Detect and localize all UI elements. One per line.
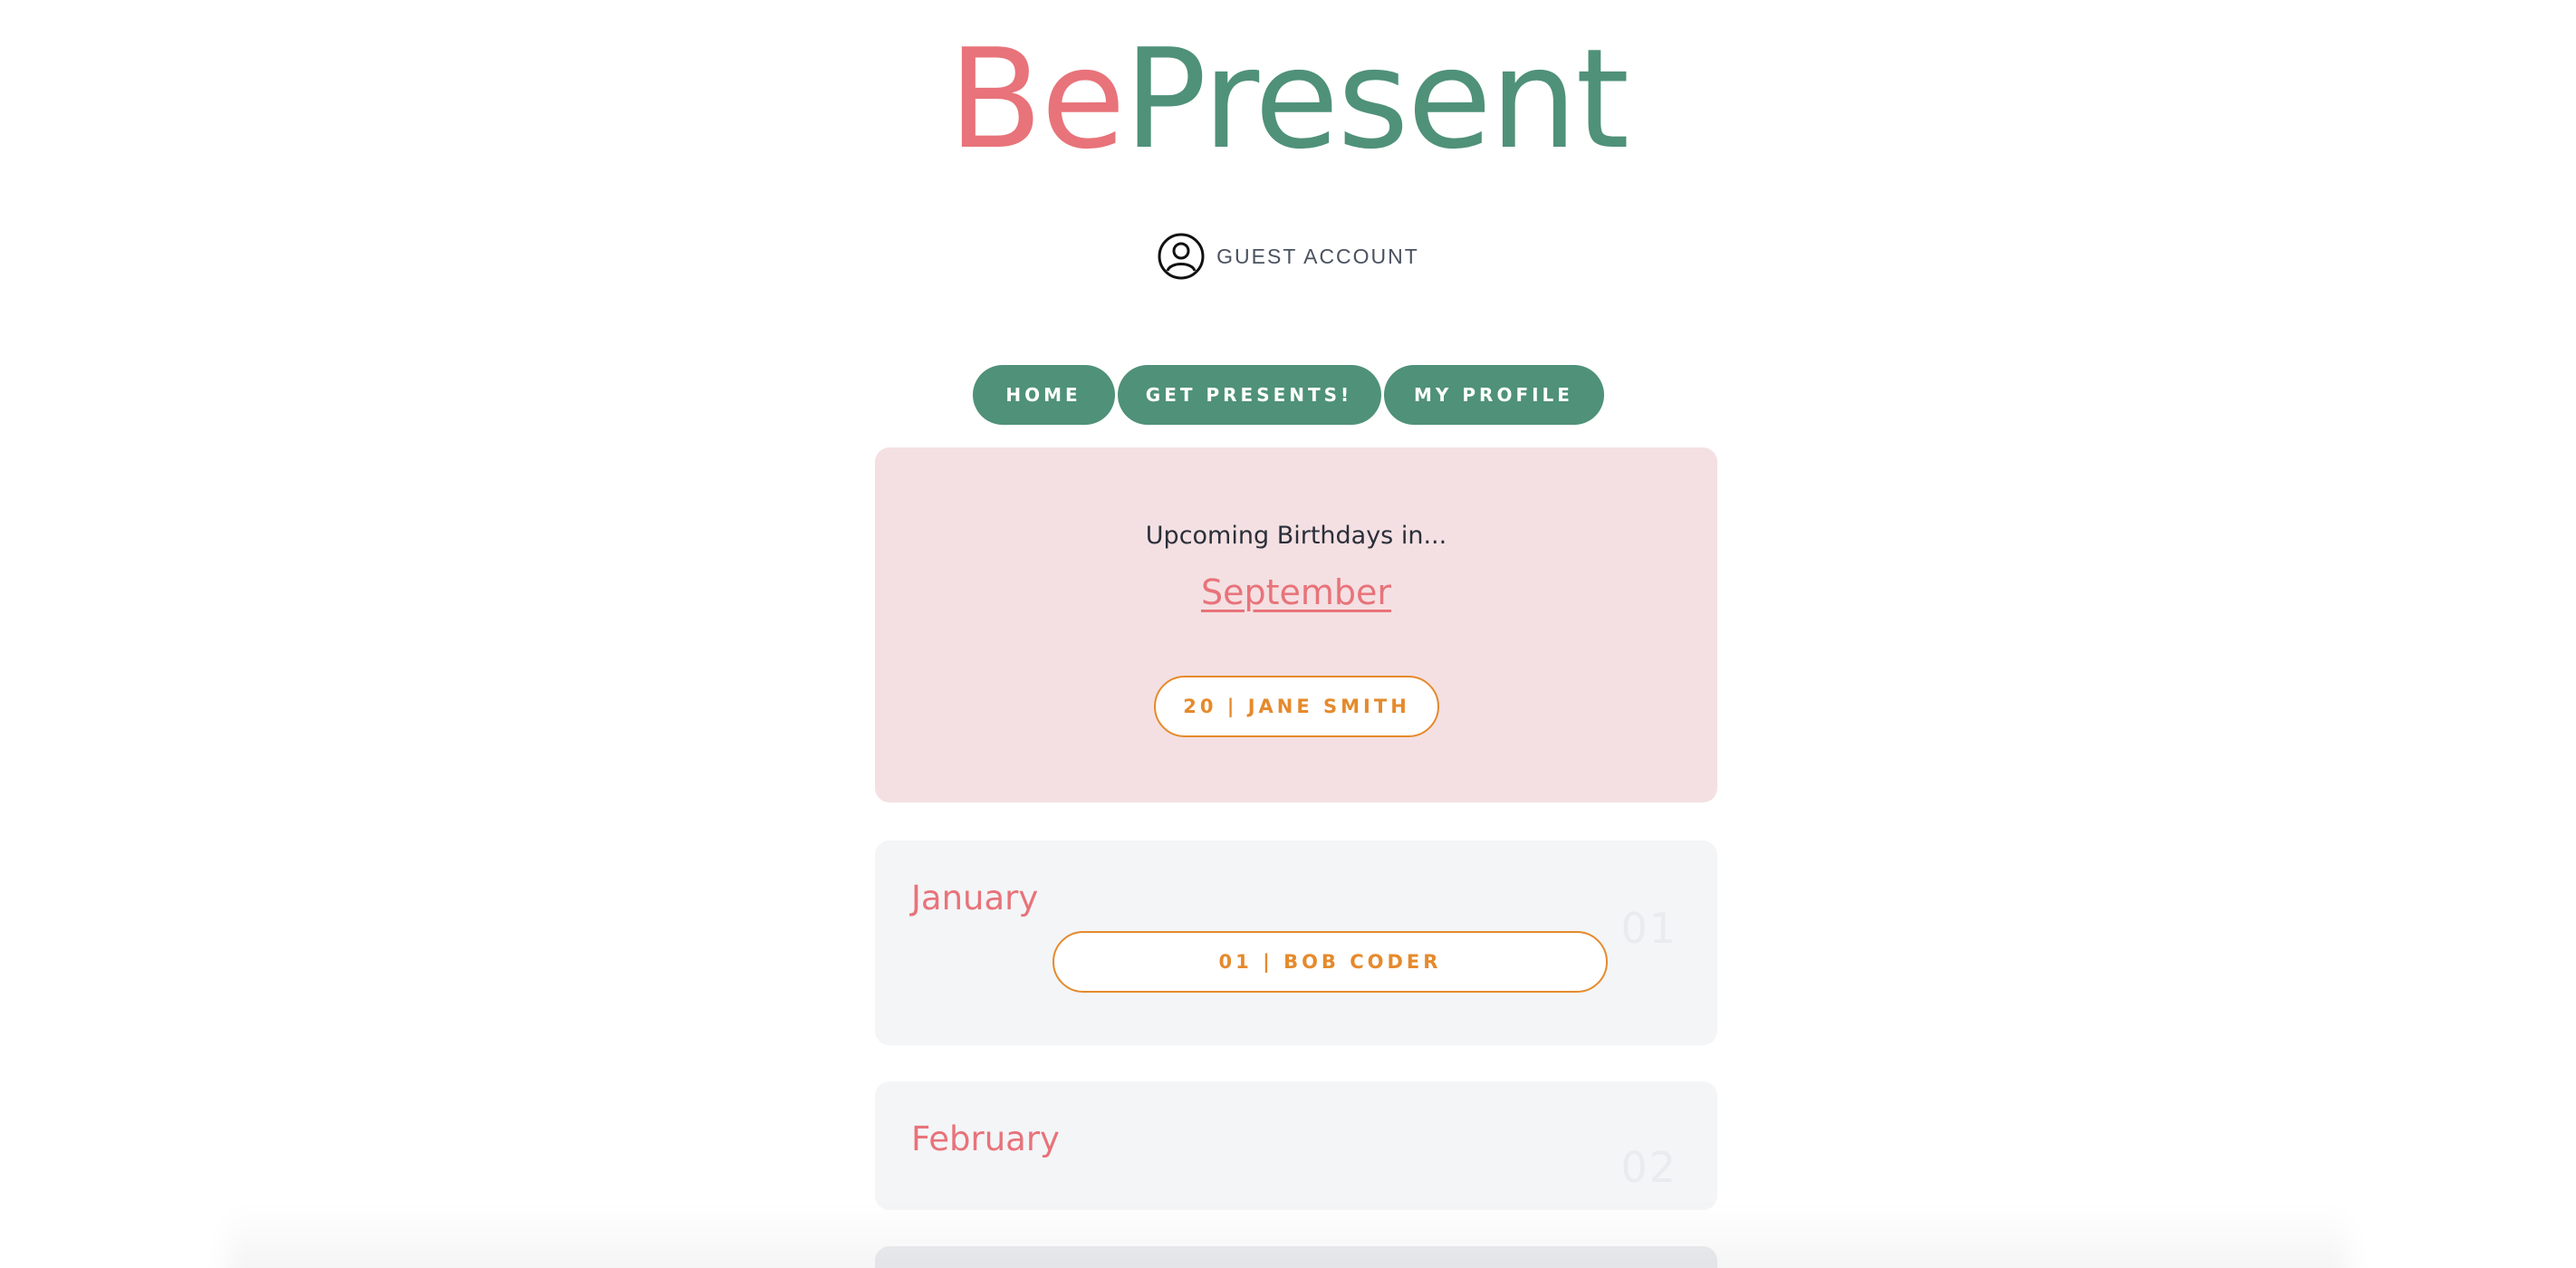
upcoming-month-link[interactable]: September: [875, 572, 1717, 612]
upcoming-title: Upcoming Birthdays in...: [1145, 522, 1447, 550]
home-button[interactable]: HOME: [972, 365, 1115, 425]
month-name: January: [911, 879, 1039, 917]
month-card-next: [875, 1246, 1717, 1268]
logo-be: Be: [947, 19, 1126, 179]
get-presents-button[interactable]: GET PRESENTS!: [1117, 365, 1381, 425]
logo-present: Present: [1123, 19, 1629, 179]
my-profile-button[interactable]: MY PROFILE: [1383, 365, 1604, 425]
month-card-february: February 02: [875, 1081, 1717, 1210]
month-name: February: [911, 1119, 1060, 1158]
birthday-entry-button[interactable]: 01 | BOB CODER: [1053, 931, 1608, 993]
app-logo[interactable]: BePresent: [0, 18, 2576, 181]
main-nav: HOME GET PRESENTS! MY PROFILE: [0, 365, 2576, 425]
upcoming-birthdays-card: Upcoming Birthdays in... September 20 | …: [875, 447, 1717, 802]
month-number: 01: [1620, 904, 1677, 953]
birthday-entry-button[interactable]: 20 | JANE SMITH: [1154, 676, 1439, 737]
user-circle-icon: [1157, 232, 1206, 281]
month-card-january: January 01 01 | BOB CODER: [875, 841, 1717, 1045]
month-number: 02: [1620, 1143, 1677, 1192]
account-link[interactable]: GUEST ACCOUNT: [0, 232, 2576, 281]
page: BePresent GUEST ACCOUNT HOME GET PRESENT…: [0, 0, 2576, 1268]
account-label: GUEST ACCOUNT: [1216, 244, 1419, 268]
